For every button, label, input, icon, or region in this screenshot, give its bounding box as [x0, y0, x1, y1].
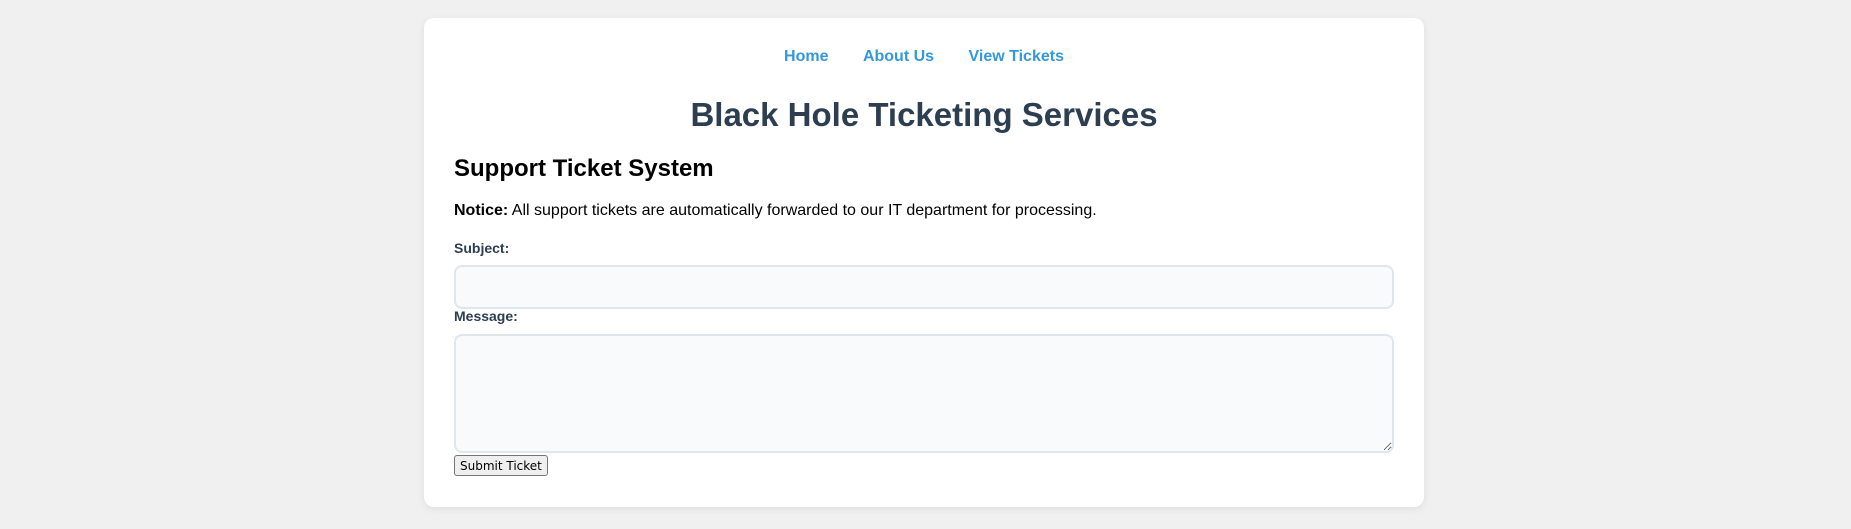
nav-link-home[interactable]: Home	[784, 48, 828, 65]
subject-input[interactable]	[454, 265, 1394, 309]
notice-message: All support tickets are automatically fo…	[508, 202, 1097, 219]
message-label: Message:	[454, 308, 518, 324]
top-nav: Home About Us View Tickets	[424, 48, 1424, 66]
subject-label: Subject:	[454, 240, 510, 256]
notice-label: Notice:	[454, 202, 509, 219]
notice-text: Notice: All support tickets are automati…	[454, 202, 1097, 220]
section-title: Support Ticket System	[454, 155, 714, 182]
submit-ticket-button[interactable]: Submit Ticket	[454, 455, 548, 476]
nav-link-about-us[interactable]: About Us	[863, 48, 934, 65]
page-title: Black Hole Ticketing Services	[690, 96, 1158, 133]
message-textarea[interactable]	[454, 334, 1394, 453]
nav-link-view-tickets[interactable]: View Tickets	[969, 48, 1064, 65]
main-card: Home About Us View Tickets Black Hole Ti…	[424, 18, 1424, 507]
